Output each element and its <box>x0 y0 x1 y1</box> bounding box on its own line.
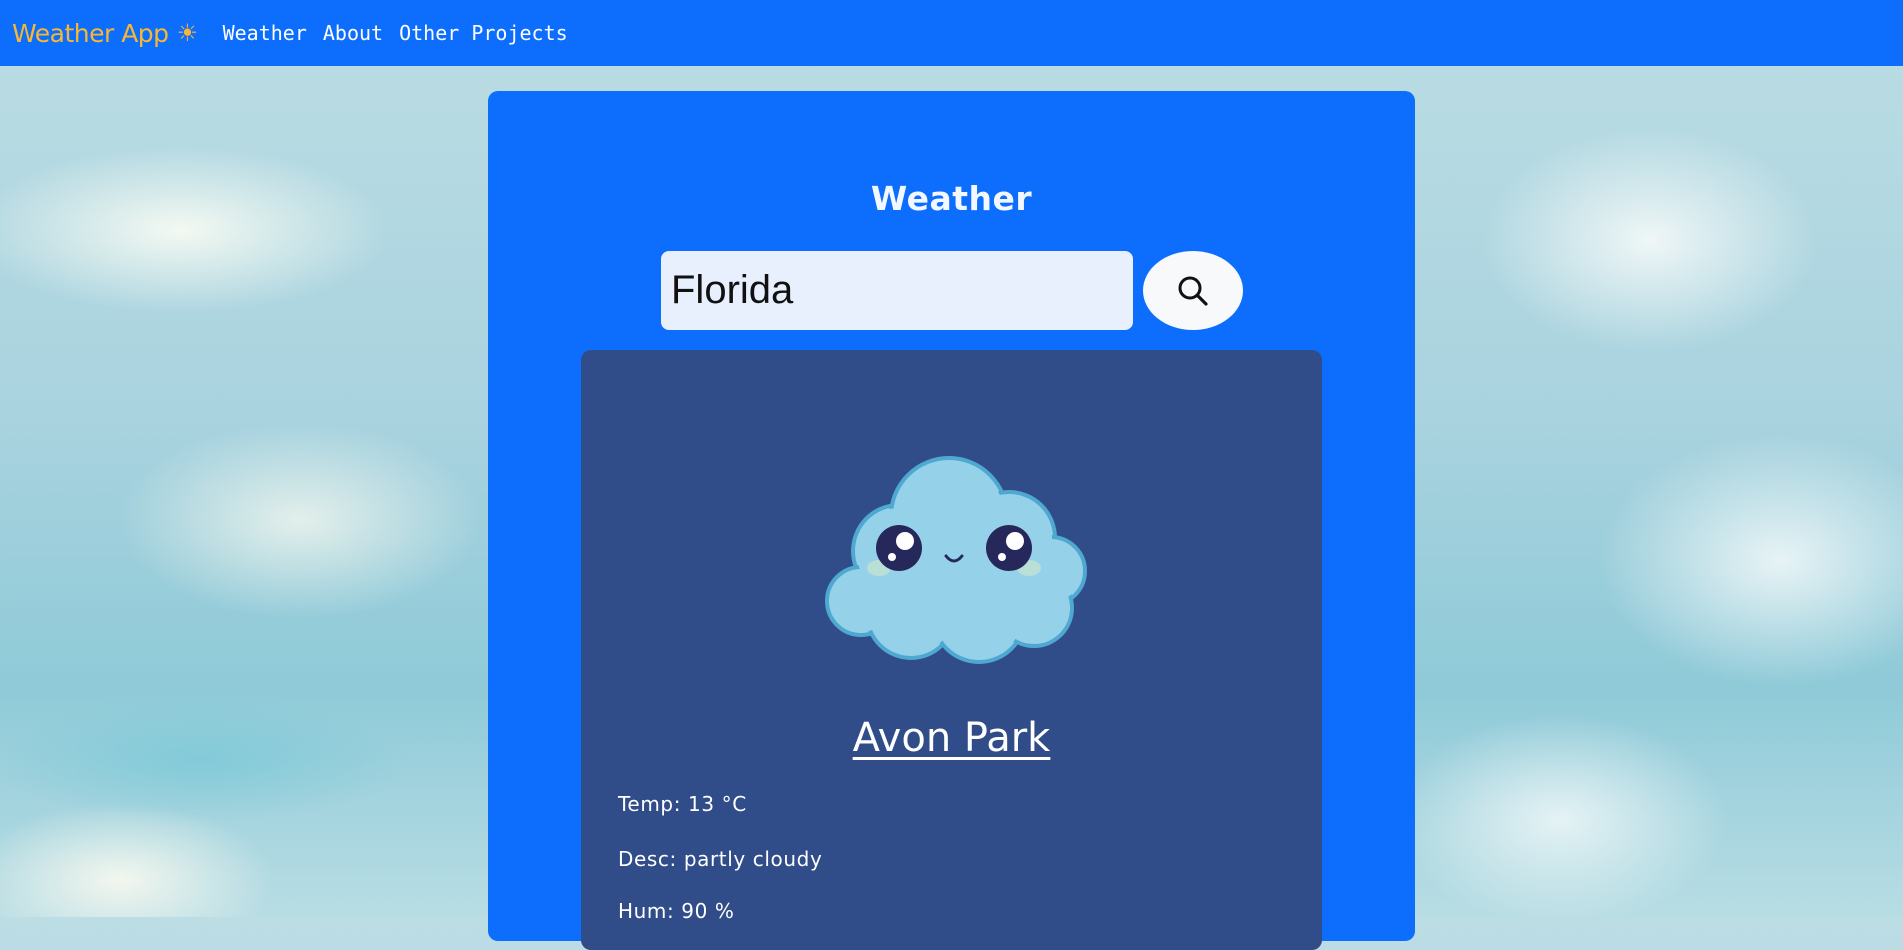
description-text: Desc: partly cloudy <box>618 847 823 871</box>
humidity-text: Hum: 90 % <box>618 899 735 923</box>
brand-label: Weather App <box>12 18 169 48</box>
temperature-text: Temp: 13 °C <box>618 792 747 816</box>
weather-card: Avon Park Temp: 13 °C Desc: partly cloud… <box>581 350 1322 950</box>
navbar: Weather App ☀ Weather About Other Projec… <box>0 0 1903 66</box>
nav-link-weather[interactable]: Weather <box>223 21 307 45</box>
page-title: Weather <box>870 179 1033 218</box>
sun-icon: ☀ <box>176 19 199 47</box>
nav-link-about[interactable]: About <box>323 21 383 45</box>
brand-link[interactable]: Weather App ☀ <box>12 19 198 48</box>
nav-link-other-projects[interactable]: Other Projects <box>399 21 568 45</box>
city-name: Avon Park <box>852 715 1051 761</box>
cloud-mascot-image <box>825 456 1087 664</box>
search-icon <box>1178 276 1208 306</box>
weather-panel: Weather Florida Avon Park Temp: 13 °C De… <box>488 91 1415 950</box>
search-input[interactable] <box>661 251 1133 330</box>
search-button[interactable] <box>1143 251 1243 330</box>
